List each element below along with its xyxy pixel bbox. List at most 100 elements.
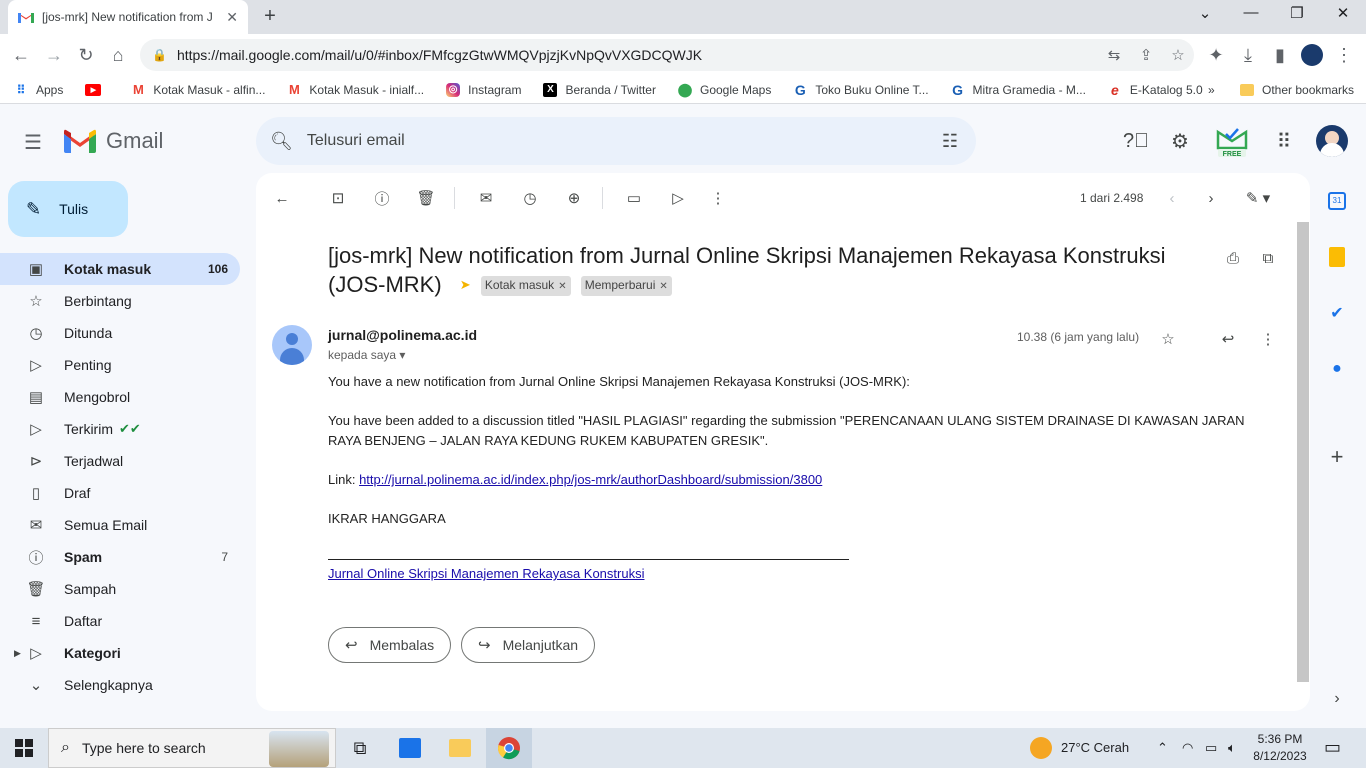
volume-icon[interactable]: 🔈︎	[1228, 740, 1236, 756]
other-bookmarks[interactable]: Other bookmarks	[1240, 83, 1354, 97]
older-icon[interactable]: ›	[1200, 187, 1222, 209]
nav-item-more[interactable]: ⌄ Selengkapnya	[0, 669, 240, 701]
calendar-icon[interactable]: 31	[1326, 190, 1348, 212]
task-view-icon[interactable]: ⧉	[346, 734, 374, 762]
print-icon[interactable]: ⎙	[1222, 247, 1244, 269]
bookmark-apps[interactable]: ⠿ Apps	[14, 83, 64, 97]
bookmark-youtube[interactable]: ▶	[85, 83, 109, 96]
windows-start-icon[interactable]	[10, 734, 38, 762]
input-tools-icon[interactable]: ✎ ▾	[1241, 187, 1275, 209]
google-apps-icon[interactable]: ⠿	[1271, 128, 1297, 154]
labels-icon[interactable]: ▷	[667, 187, 689, 209]
main-menu-icon[interactable]: ☰	[24, 130, 42, 155]
bookmark-star-icon[interactable]: ☆	[1162, 46, 1194, 64]
share-icon[interactable]: ⇪	[1130, 46, 1162, 64]
bookmark-instagram[interactable]: ◎ Instagram	[446, 82, 521, 97]
tasks-icon[interactable]: ✔	[1326, 302, 1348, 324]
recipient-details[interactable]: kepada saya ▾	[328, 348, 405, 362]
bookmark-toko-buku[interactable]: G Toko Buku Online T...	[793, 82, 929, 98]
browser-tab[interactable]: [jos-mrk] New notification from J ✕	[8, 0, 248, 34]
help-icon[interactable]: ?⃝	[1123, 128, 1149, 154]
lock-icon[interactable]: 🔒	[152, 48, 167, 62]
close-window-icon[interactable]: ✕	[1320, 4, 1366, 22]
newer-icon[interactable]: ‹	[1161, 187, 1183, 209]
file-explorer-icon[interactable]	[446, 734, 474, 762]
label-chip-inbox[interactable]: Kotak masuk ✕	[480, 276, 571, 296]
nav-item-all-mail[interactable]: ✉ Semua Email	[0, 509, 240, 541]
nav-item-inbox[interactable]: ▣ Kotak masuk 106	[0, 253, 240, 285]
show-side-panel-icon[interactable]: ›	[1326, 688, 1348, 710]
search-options-icon[interactable]: ☷	[942, 131, 958, 152]
add-task-icon[interactable]: ⊕	[563, 187, 585, 209]
journal-link[interactable]: Jurnal Online Skripsi Manajemen Rekayasa…	[328, 566, 644, 581]
gmail-logo[interactable]: Gmail	[64, 128, 163, 154]
sender-avatar[interactable]	[272, 325, 312, 365]
network-icon[interactable]: ◠	[1182, 740, 1193, 756]
label-chip-updates[interactable]: Memperbarui ✕	[580, 276, 672, 296]
nav-item-starred[interactable]: ☆ Berbintang	[0, 285, 240, 317]
side-panel-icon[interactable]: ▮	[1267, 42, 1293, 68]
compose-button[interactable]: ✎ Tulis	[8, 181, 128, 237]
nav-item-sent[interactable]: ▷ Terkirim ✔✔	[0, 413, 240, 445]
back-to-inbox-icon[interactable]: ←	[271, 187, 293, 209]
archive-icon[interactable]: ⊡	[327, 187, 349, 209]
nav-item-snoozed[interactable]: ◷ Ditunda	[0, 317, 240, 349]
chrome-taskbar-icon[interactable]	[486, 728, 532, 768]
bookmark-twitter[interactable]: X Beranda / Twitter	[543, 82, 656, 97]
account-avatar[interactable]	[1316, 125, 1348, 157]
mark-unread-icon[interactable]: ✉	[475, 187, 497, 209]
reply-icon[interactable]: ↩	[1217, 328, 1239, 350]
bookmark-google-maps[interactable]: ⬤ Google Maps	[678, 82, 772, 97]
report-spam-icon[interactable]: ⓘ	[371, 187, 393, 209]
search-input[interactable]: Telusuri email	[307, 132, 942, 150]
forward-icon[interactable]: →	[41, 42, 67, 68]
nav-item-drafts[interactable]: ▯ Draf	[0, 477, 240, 509]
keep-icon[interactable]	[1326, 246, 1348, 268]
tab-search-icon[interactable]: ⌄	[1182, 4, 1228, 22]
open-new-window-icon[interactable]: ⧉	[1257, 247, 1279, 269]
weather-icon[interactable]	[1030, 737, 1052, 762]
bookmark-mitra-gramedia[interactable]: G Mitra Gramedia - M...	[951, 82, 1086, 98]
free-badge-icon[interactable]: FREE	[1214, 124, 1250, 158]
reload-icon[interactable]: ↻	[73, 42, 99, 68]
minimize-icon[interactable]: —	[1228, 4, 1274, 21]
mail-search-bar[interactable]: 🔍︎ Telusuri email ☷	[256, 117, 976, 165]
download-icon[interactable]: ⤓	[1235, 42, 1261, 68]
nav-item-categories[interactable]: ▶ ▷ Kategori	[0, 637, 240, 669]
notifications-icon[interactable]: ▭	[1324, 737, 1341, 758]
bookmarks-overflow[interactable]: »	[1208, 83, 1215, 97]
settings-gear-icon[interactable]: ⚙	[1167, 128, 1193, 154]
contacts-icon[interactable]: ●	[1326, 358, 1348, 380]
new-tab-button[interactable]: +	[258, 5, 282, 28]
bookmark-e-katalog[interactable]: e E-Katalog 5.0	[1108, 82, 1203, 98]
message-more-icon[interactable]: ⋮	[1257, 328, 1279, 350]
nav-item-spam[interactable]: ⓘ Spam 7	[0, 541, 240, 573]
nav-item-chat[interactable]: ▤ Mengobrol	[0, 381, 240, 413]
forward-button[interactable]: ↪ Melanjutkan	[461, 627, 596, 663]
url-text[interactable]: https://mail.google.com/mail/u/0/#inbox/…	[177, 47, 1098, 63]
battery-icon[interactable]: ▭	[1205, 740, 1217, 756]
extensions-icon[interactable]: ✦	[1203, 42, 1229, 68]
scrollbar[interactable]	[1297, 222, 1309, 682]
nav-item-trash[interactable]: 🗑︎ Sampah	[0, 573, 240, 605]
taskbar-search[interactable]: ⌕ Type here to search	[48, 728, 336, 768]
back-icon[interactable]: ←	[8, 42, 34, 68]
move-to-icon[interactable]: ▭	[623, 187, 645, 209]
translate-icon[interactable]: ⇆	[1098, 46, 1130, 64]
nav-item-list[interactable]: ≡ Daftar	[0, 605, 240, 637]
get-addons-icon[interactable]: +	[1326, 444, 1348, 469]
address-bar[interactable]: 🔒 https://mail.google.com/mail/u/0/#inbo…	[140, 39, 1194, 71]
star-email-icon[interactable]: ☆	[1157, 328, 1179, 350]
nav-item-scheduled[interactable]: ⊳ Terjadwal	[0, 445, 240, 477]
tray-overflow-icon[interactable]: ⌃	[1157, 740, 1168, 756]
reply-button[interactable]: ↩ Membalas	[328, 627, 452, 663]
store-icon[interactable]	[396, 734, 424, 762]
restore-icon[interactable]: ❐	[1274, 4, 1320, 22]
weather-text[interactable]: 27°C Cerah	[1061, 740, 1129, 755]
tab-close-icon[interactable]: ✕	[226, 9, 238, 26]
more-options-icon[interactable]: ⋮	[707, 187, 729, 209]
expand-arrow-icon[interactable]: ▶	[14, 648, 21, 659]
remove-label-icon[interactable]: ✕	[558, 281, 566, 292]
bookmark-kotak-masuk-inialf[interactable]: M Kotak Masuk - inialf...	[287, 82, 424, 97]
browser-menu-icon[interactable]: ⋮	[1331, 42, 1357, 68]
